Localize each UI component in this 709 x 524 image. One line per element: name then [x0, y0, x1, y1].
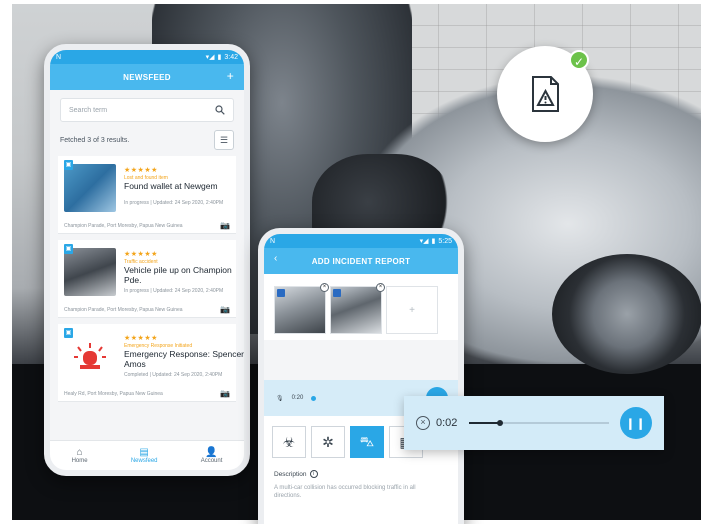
- page-title: ADD INCIDENT REPORT: [311, 256, 411, 266]
- list-item[interactable]: ▣ ★★★★★ Traffic accident Vehicle pile up…: [58, 240, 236, 318]
- search-placeholder: Search term: [69, 106, 108, 114]
- wallet-photo: [64, 164, 116, 212]
- check-icon: ✓: [569, 50, 589, 70]
- scene: ✓ N ▾◢ ▮ 3:42 NEWSFEED + Search term Fetch…: [0, 0, 709, 524]
- camera-icon[interactable]: 📷: [220, 305, 230, 314]
- info-icon[interactable]: i: [309, 470, 318, 478]
- app-bar: NEWSFEED +: [50, 64, 244, 90]
- newsfeed-phone: N ▾◢ ▮ 3:42 NEWSFEED + Search term Fetched…: [44, 44, 250, 476]
- rating-stars: ★★★★★: [124, 251, 158, 258]
- photo-badge-icon: [277, 289, 285, 297]
- list-item[interactable]: ▣ ★★★★★ Emergency Response Initiated Eme…: [58, 324, 244, 402]
- item-title: Emergency Response: Spencer Amos: [124, 349, 245, 369]
- app-bar: ‹ ADD INCIDENT REPORT: [264, 248, 458, 274]
- attachment-row: × × +: [264, 274, 458, 340]
- item-status: In progress | Updated: 24 Sep 2020, 2:40…: [124, 200, 224, 206]
- car-crash-icon: ⛍: [359, 432, 375, 449]
- item-title: Vehicle pile up on Champion Pde.: [124, 265, 232, 285]
- category-icon: ▣: [64, 160, 73, 170]
- back-arrow-icon[interactable]: ‹: [274, 253, 278, 264]
- battery-icon: ▮: [431, 238, 436, 245]
- type-biohazard-button[interactable]: ☣: [272, 426, 306, 458]
- item-status: In progress | Updated: 24 Sep 2020, 2:40…: [124, 288, 224, 294]
- audio-duration: 0:20: [291, 395, 304, 401]
- search-icon[interactable]: [215, 105, 225, 115]
- warning-document-icon: [532, 76, 559, 112]
- nav-home[interactable]: ⌂ Home: [72, 447, 88, 464]
- virus-icon: ✲: [322, 433, 334, 450]
- status-time: 5:25: [438, 237, 452, 245]
- filter-icon: ☰: [219, 134, 229, 145]
- add-icon[interactable]: +: [227, 69, 234, 83]
- type-virus-button[interactable]: ✲: [311, 426, 345, 458]
- status-bar: N ▾◢ ▮ 5:25: [264, 234, 458, 248]
- results-count: Fetched 3 of 3 results.: [60, 136, 130, 144]
- home-icon: ⌂: [76, 447, 83, 458]
- audio-player: × 0:02 ❙❙: [404, 396, 664, 450]
- camera-icon[interactable]: 📷: [220, 221, 230, 230]
- item-title: Found wallet at Newgem: [124, 181, 218, 191]
- photo-badge-icon: [333, 289, 341, 297]
- type-car-crash-button[interactable]: ⛍: [350, 426, 384, 458]
- account-icon: 👤: [205, 447, 218, 458]
- results-row: Fetched 3 of 3 results. ☰: [50, 130, 244, 150]
- item-status: Completed | Updated: 24 Sep 2020, 2:40PM: [124, 372, 223, 378]
- description-input[interactable]: A multi-car collision has occurred block…: [274, 484, 444, 500]
- item-location: Champion Parade, Port Moresby, Papua New…: [64, 223, 183, 229]
- rating-stars: ★★★★★: [124, 167, 158, 174]
- microphone-icon: 🎙: [276, 395, 284, 402]
- item-location: Healy Rd, Port Moresby, Papua New Guinea: [64, 391, 163, 397]
- siren-image: [64, 332, 116, 380]
- app-logo-icon: N: [56, 53, 62, 61]
- category-icon: ▣: [64, 244, 73, 254]
- attachment-photo[interactable]: ×: [330, 283, 385, 334]
- add-photo-button[interactable]: +: [386, 286, 438, 334]
- rating-stars: ★★★★★: [124, 335, 158, 342]
- description-label: Description i: [274, 470, 448, 478]
- nav-newsfeed-label: Newsfeed: [130, 458, 158, 464]
- filter-button[interactable]: ☰: [214, 130, 234, 150]
- remove-icon[interactable]: ×: [376, 283, 385, 292]
- description-section: Description i A multi-car collision has o…: [264, 468, 458, 524]
- remove-icon[interactable]: ×: [320, 283, 329, 292]
- report-badge: ✓: [497, 46, 593, 142]
- battery-icon: ▮: [217, 54, 222, 61]
- siren-icon: [74, 343, 106, 369]
- signal-icon: ▾◢: [419, 238, 429, 245]
- nav-account-label: Account: [200, 458, 223, 464]
- attachment-photo[interactable]: ×: [274, 283, 329, 334]
- signal-icon: ▾◢: [205, 54, 215, 61]
- nav-account[interactable]: 👤 Account: [201, 447, 223, 464]
- player-progress-track[interactable]: [469, 420, 610, 426]
- player-progress-fill: [469, 422, 501, 424]
- close-icon[interactable]: ×: [416, 416, 430, 430]
- list-item[interactable]: ▣ ★★★★★ Lost and found item Found wallet…: [58, 156, 236, 234]
- description-label-text: Description: [274, 470, 307, 478]
- incident-phone: N ▾◢ ▮ 5:25 ‹ ADD INCIDENT REPORT × × + 🎙 …: [258, 228, 464, 524]
- biohazard-icon: ☣: [282, 433, 296, 450]
- plus-icon: +: [409, 304, 415, 316]
- item-location: Champion Parade, Port Moresby, Papua New…: [64, 307, 183, 313]
- car-wheel: [552, 254, 701, 374]
- nav-newsfeed[interactable]: ▤ Newsfeed: [131, 447, 158, 464]
- newsfeed-icon: ▤: [139, 447, 149, 458]
- page-title: NEWSFEED: [123, 72, 171, 82]
- pause-button[interactable]: ❙❙: [620, 407, 652, 439]
- search-input[interactable]: Search term: [60, 98, 234, 122]
- status-time: 3:42: [224, 53, 238, 61]
- audio-position-dot[interactable]: [311, 395, 317, 401]
- camera-icon[interactable]: 📷: [220, 389, 230, 398]
- nav-home-label: Home: [71, 458, 88, 464]
- category-icon: ▣: [64, 328, 73, 338]
- player-progress-knob[interactable]: [497, 420, 504, 426]
- crash-photo: [64, 248, 116, 296]
- status-bar: N ▾◢ ▮ 3:42: [50, 50, 244, 64]
- pause-icon: ❙❙: [625, 417, 647, 430]
- player-time: 0:02: [436, 417, 458, 429]
- bottom-nav: ⌂ Home ▤ Newsfeed 👤 Account: [50, 440, 244, 470]
- app-logo-icon: N: [270, 237, 276, 245]
